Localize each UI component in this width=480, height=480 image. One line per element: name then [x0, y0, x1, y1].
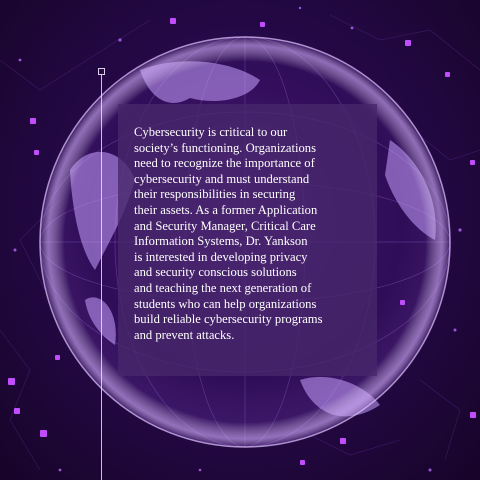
text-panel: Cybersecurity is critical to our society…	[118, 104, 377, 376]
timeline-line	[101, 72, 102, 480]
panel-description: Cybersecurity is critical to our society…	[134, 125, 323, 342]
timeline-marker	[98, 68, 105, 75]
hero-banner: Cybersecurity is critical to our society…	[0, 0, 480, 480]
